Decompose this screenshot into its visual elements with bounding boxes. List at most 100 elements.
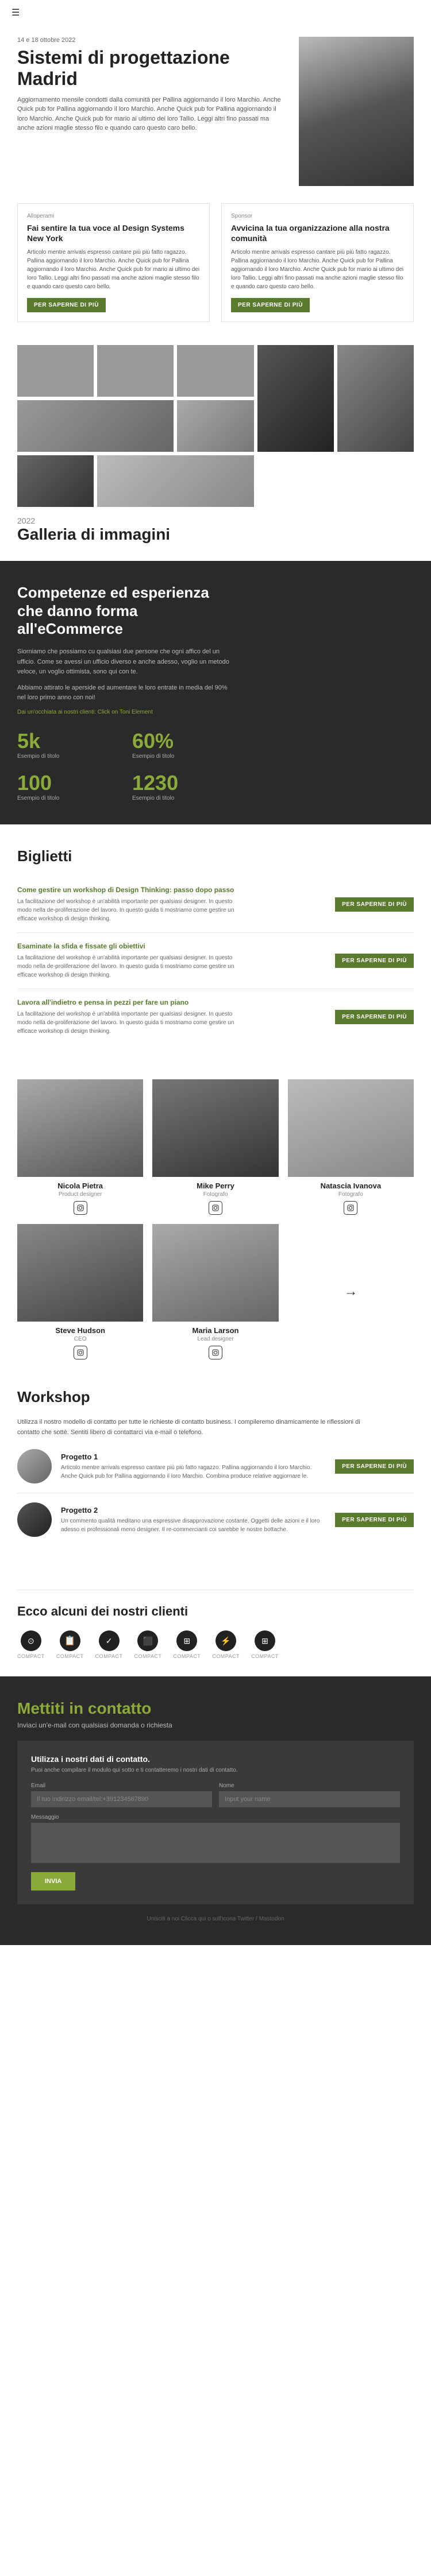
- client-name-7: COMPACT: [251, 1653, 279, 1659]
- client-logo-6: ⚡ COMPACT: [212, 1630, 240, 1659]
- client-name-2: COMPACT: [56, 1653, 84, 1659]
- competenze-desc1: Siorniamo che possiamo cu qualsiasi due …: [17, 647, 236, 677]
- hero-section: 14 e 18 ottobre 2022 Sistemi di progetta…: [0, 25, 431, 203]
- team-member-1: Nicola Pietra Product designer: [17, 1079, 143, 1215]
- workshop-section: Workshop Utilizza il nostro modello di c…: [0, 1377, 431, 1572]
- workshop-heading: Workshop: [17, 1388, 414, 1406]
- project-button-2[interactable]: PER SAPERNE DI PIÙ: [335, 1513, 414, 1527]
- ticket-2-title[interactable]: Esaminate la sfida e fissate gli obietti…: [17, 942, 247, 950]
- ticket-1-desc: La facilitazione del workshop è un'abili…: [17, 897, 247, 923]
- client-logo-5: ⊞ COMPACT: [173, 1630, 201, 1659]
- team-role-2: Fotografo: [152, 1191, 278, 1198]
- gallery-title: Galleria di immagini: [17, 525, 414, 544]
- hamburger-icon[interactable]: ☰: [11, 7, 20, 18]
- stat-1-value: 5k: [17, 729, 121, 753]
- stat-2-label: Esempio di titolo: [132, 753, 236, 760]
- gallery-item-6: [337, 345, 414, 452]
- team-arrow[interactable]: →: [288, 1224, 414, 1359]
- project-name-2: Progetto 2: [61, 1506, 326, 1514]
- ticket-1-button[interactable]: PER SAPERNE DI PIÙ: [335, 897, 414, 912]
- team-role-5: Lead designer: [152, 1336, 278, 1342]
- instagram-icon-4[interactable]: [74, 1346, 87, 1359]
- client-name-3: COMPACT: [95, 1653, 123, 1659]
- cards-container: Alloperami Fai sentire la tua voce al De…: [0, 203, 431, 339]
- client-icon-5: ⊞: [176, 1630, 197, 1651]
- email-input[interactable]: [31, 1791, 212, 1807]
- stat-2: 60% Esempio di titolo: [132, 729, 236, 760]
- card2-button[interactable]: PER SAPERNE DI PIÙ: [231, 298, 310, 312]
- client-name-1: COMPACT: [17, 1653, 45, 1659]
- client-logo-1: ⊙ COMPACT: [17, 1630, 45, 1659]
- clients-logos: ⊙ COMPACT 📋 COMPACT ✓ COMPACT ⬛ COMPACT …: [17, 1630, 414, 1659]
- gallery-item-1: [17, 345, 94, 397]
- message-label: Messaggio: [31, 1814, 400, 1820]
- team-photo-4: [17, 1224, 143, 1322]
- card1-title: Fai sentire la tua voce al Design System…: [27, 223, 200, 243]
- client-name-5: COMPACT: [173, 1653, 201, 1659]
- card-alloperami: Alloperami Fai sentire la tua voce al De…: [17, 203, 210, 322]
- project-button-1[interactable]: PER SAPERNE DI PIÙ: [335, 1459, 414, 1474]
- stat-1-label: Esempio di titolo: [17, 753, 121, 760]
- team-name-4: Steve Hudson: [17, 1326, 143, 1335]
- client-icon-2: 📋: [60, 1630, 80, 1651]
- name-group: Nome: [219, 1783, 400, 1807]
- stat-3: 100 Esempio di titolo: [17, 771, 121, 801]
- client-logo-2: 📋 COMPACT: [56, 1630, 84, 1659]
- client-logo-7: ⊞ COMPACT: [251, 1630, 279, 1659]
- team-name-3: Natascia Ivanova: [288, 1182, 414, 1190]
- hero-title: Sistemi di progettazione Madrid: [17, 47, 287, 90]
- project-desc-1: Articolo mentre arrivals espresso cantar…: [61, 1463, 326, 1481]
- form-subtitle: Puoi anche compilare il modulo qui sotto…: [31, 1767, 400, 1773]
- instagram-icon-3[interactable]: [344, 1201, 357, 1215]
- ticket-item-2: Esaminate la sfida e fissate gli obietti…: [17, 933, 414, 989]
- project-item-2: Progetto 2 Un commento qualità meditano …: [17, 1502, 414, 1546]
- instagram-icon-2[interactable]: [209, 1201, 222, 1215]
- team-name-2: Mike Perry: [152, 1182, 278, 1190]
- client-name-4: COMPACT: [134, 1653, 162, 1659]
- biglietti-section: Biglietti Come gestire un workshop di De…: [0, 824, 431, 1068]
- name-input[interactable]: [219, 1791, 400, 1807]
- card2-desc: Articolo mentre arrivals espresso cantar…: [231, 248, 404, 291]
- hero-description: Aggiornamento mensile condotti dalla com…: [17, 95, 287, 133]
- gallery-item-2: [97, 345, 174, 397]
- client-icon-6: ⚡: [216, 1630, 236, 1651]
- card1-desc: Articolo mentre arrivals espresso cantar…: [27, 248, 200, 291]
- team-name-1: Nicola Pietra: [17, 1182, 143, 1190]
- competenze-section: Competenze ed esperienza che danno forma…: [0, 561, 431, 824]
- instagram-icon-5[interactable]: [209, 1346, 222, 1359]
- stat-2-value: 60%: [132, 729, 236, 753]
- gallery-item-5: [257, 345, 334, 452]
- ticket-3-title[interactable]: Lavora all'indietro e pensa in pezzi per…: [17, 998, 247, 1006]
- gallery-section: 2022 Galleria di immagini: [0, 339, 431, 544]
- team-member-3: Natascia Ivanova Fotografo: [288, 1079, 414, 1215]
- instagram-icon-1[interactable]: [74, 1201, 87, 1215]
- client-icon-3: ✓: [99, 1630, 120, 1651]
- client-name-6: COMPACT: [212, 1653, 240, 1659]
- workshop-desc: Utilizza il nostro modello di contatto p…: [17, 1417, 362, 1438]
- competenze-link[interactable]: Dai un'occhiata ai nostri clienti: Click…: [17, 709, 414, 715]
- gallery-item-3: [177, 345, 253, 397]
- ticket-item-1: Come gestire un workshop di Design Think…: [17, 877, 414, 933]
- ticket-2-button[interactable]: PER SAPERNE DI PIÙ: [335, 954, 414, 968]
- footer-text: Unisciti a noi Clicca qui o sull'icona T…: [17, 1916, 414, 1922]
- ticket-item-3: Lavora all'indietro e pensa in pezzi per…: [17, 989, 414, 1045]
- form-title: Utilizza i nostri dati di contatto.: [31, 1754, 400, 1764]
- client-icon-1: ⊙: [21, 1630, 41, 1651]
- navbar: ☰: [0, 0, 431, 25]
- stat-4-value: 1230: [132, 771, 236, 795]
- ticket-1-title[interactable]: Come gestire un workshop di Design Think…: [17, 886, 247, 894]
- card1-tag: Alloperami: [27, 213, 200, 219]
- biglietti-heading: Biglietti: [17, 847, 414, 865]
- contact-subtitle: Inviaci un'e-mail con qualsiasi domanda …: [17, 1721, 414, 1729]
- contact-heading: Mettiti in contatto: [17, 1699, 414, 1718]
- team-member-5: Maria Larson Lead designer: [152, 1224, 278, 1359]
- card-sponsor: Sponsor Avvicina la tua organizzazione a…: [221, 203, 414, 322]
- project-icon-2: [17, 1502, 52, 1537]
- message-input[interactable]: [31, 1823, 400, 1863]
- competenze-title: Competenze ed esperienza che danno forma…: [17, 584, 236, 638]
- client-logo-4: ⬛ COMPACT: [134, 1630, 162, 1659]
- ticket-3-button[interactable]: PER SAPERNE DI PIÙ: [335, 1010, 414, 1024]
- submit-button[interactable]: INVIA: [31, 1872, 75, 1891]
- client-icon-7: ⊞: [255, 1630, 275, 1651]
- card1-button[interactable]: PER SAPERNE DI PIÙ: [27, 298, 106, 312]
